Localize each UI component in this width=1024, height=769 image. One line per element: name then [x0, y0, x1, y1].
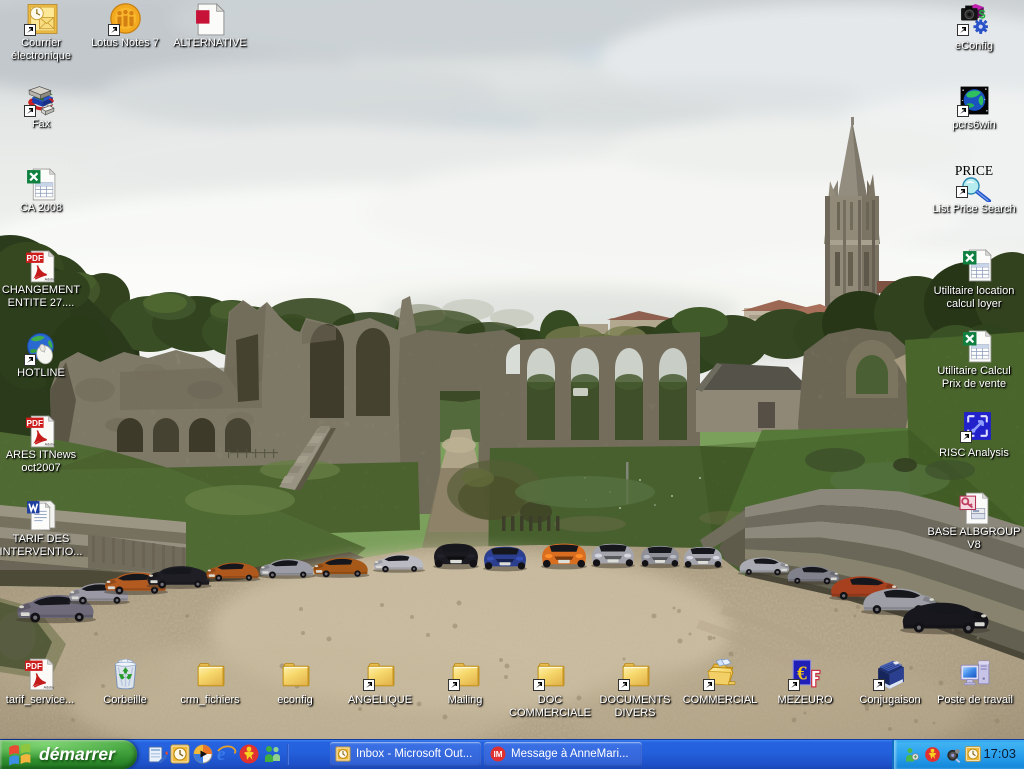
- svg-text:IM: IM: [494, 750, 503, 759]
